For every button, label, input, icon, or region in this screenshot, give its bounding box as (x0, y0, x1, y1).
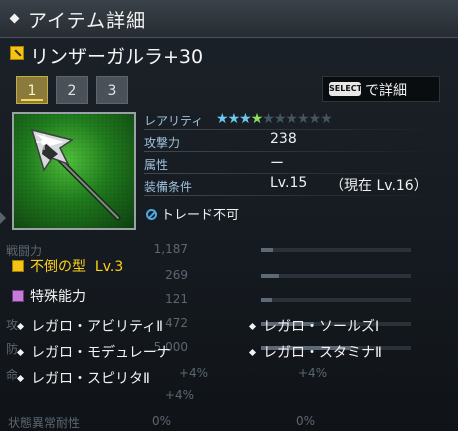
attack-row: 攻撃力 238 (144, 130, 444, 152)
window-title: アイテム詳細 (28, 10, 147, 32)
requirement-label: 装備条件 (144, 180, 193, 194)
diamond-bullet-icon (9, 13, 20, 24)
rarity-star-icon: ★ (273, 111, 287, 127)
trade-label: トレード不可 (161, 208, 240, 223)
rarity-stars: ★★★★★★★★★★ (216, 111, 333, 127)
ability-item: レガロ・モデュレーナ (16, 342, 171, 362)
tab-1[interactable]: 1 (16, 76, 48, 104)
tab-3[interactable]: 3 (96, 76, 128, 104)
element-value: ー (270, 156, 284, 172)
ability-label: レガロ・アビリティⅡ (31, 319, 164, 335)
ability-label: レガロ・スタミナⅡ (263, 345, 382, 361)
status-resist-label: 状態異常耐性 (8, 416, 81, 430)
ability-item: レガロ・アビリティⅡ (16, 316, 164, 336)
rarity-star-icon: ★ (227, 111, 241, 127)
spear-icon (14, 114, 134, 228)
rarity-star-icon: ★ (308, 111, 322, 127)
item-thumbnail (12, 112, 136, 230)
rarity-row: レアリティ ★★★★★★★★★★ (144, 108, 444, 130)
item-detail-panel: アイテム詳細 リンザーガルラ+30 1 2 3 SELECT で詳細 レアリティ… (0, 0, 458, 431)
weapon-type-icon (10, 46, 24, 60)
bullet-icon (16, 322, 25, 331)
bullet-icon (16, 348, 25, 357)
select-key-icon: SELECT (329, 82, 362, 96)
item-name: リンザーガルラ+30 (30, 46, 204, 68)
rarity-star-icon: ★ (216, 111, 229, 127)
rarity-star-icon: ★ (250, 111, 264, 127)
special-ability-icon (12, 290, 24, 302)
attack-label: 攻撃力 (144, 136, 181, 150)
rarity-star-icon: ★ (320, 111, 333, 127)
select-detail-button[interactable]: SELECT で詳細 (322, 76, 440, 102)
ability-item: レガロ・スタミナⅡ (248, 342, 382, 362)
element-row: 属性 ー (144, 152, 444, 174)
rarity-star-icon: ★ (296, 111, 310, 127)
select-detail-label: で詳細 (365, 83, 407, 99)
fighting-style: 不倒の型 Lv.3 (12, 256, 123, 276)
requirement-row: 装備条件 Lv.15 （現在 Lv.16） (144, 174, 444, 196)
bullet-icon (248, 348, 257, 357)
rarity-star-icon: ★ (285, 111, 298, 127)
bullet-icon (248, 322, 257, 331)
ability-label: レガロ・ソールズⅠ (263, 319, 380, 335)
resistance-row: 状態異常耐性 0% 0% (0, 380, 458, 431)
rarity-star-icon: ★ (262, 111, 275, 127)
special-ability-label: 特殊能力 (30, 289, 86, 305)
status-resist-left: 0% (152, 414, 172, 428)
tab-2[interactable]: 2 (56, 76, 88, 104)
attack-value: 238 (270, 131, 297, 147)
style-level: Lv.3 (94, 259, 124, 275)
element-label: 属性 (144, 158, 169, 172)
ability-item: レガロ・ソールズⅠ (248, 316, 380, 336)
special-ability-header: 特殊能力 (12, 286, 86, 306)
rarity-label: レアリティ (144, 114, 204, 128)
rarity-star-icon: ★ (239, 111, 252, 127)
current-level: （現在 Lv.16） (330, 178, 428, 194)
title-bar: アイテム詳細 (0, 0, 458, 38)
no-trade-icon (146, 209, 157, 220)
skill-overlay: 不倒の型 Lv.3 特殊能力 レガロ・アビリティⅡ レガロ・モデュレーナ レガロ… (0, 252, 458, 392)
style-name: 不倒の型 (30, 259, 86, 275)
trade-status: トレード不可 (146, 204, 239, 223)
item-name-row: リンザーガルラ+30 (0, 40, 458, 70)
status-resist-right: 0% (296, 414, 316, 428)
ability-label: レガロ・モデュレーナ (31, 345, 171, 361)
divider (144, 195, 440, 196)
style-icon (12, 260, 24, 272)
requirement-value: Lv.15 (270, 175, 308, 191)
scroll-left-arrow-icon[interactable] (0, 212, 6, 224)
